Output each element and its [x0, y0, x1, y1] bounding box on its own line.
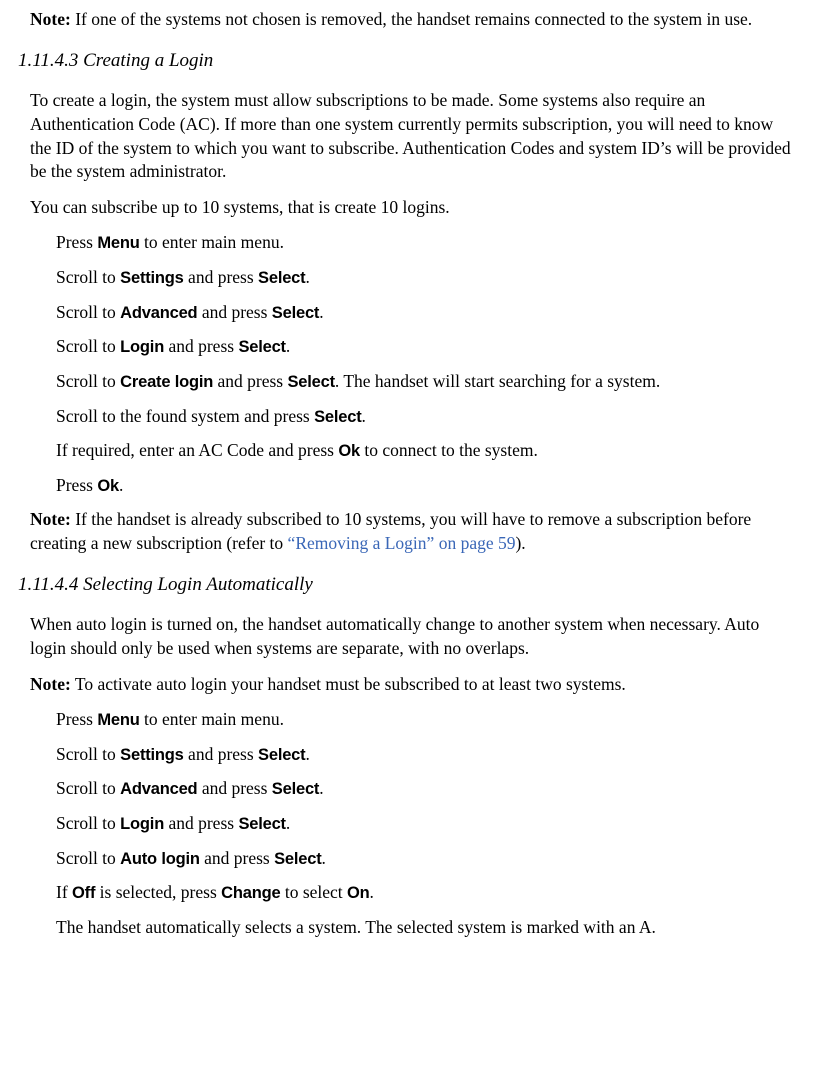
text-andpress: and press	[164, 336, 238, 356]
text-period: .	[286, 336, 290, 356]
text-b: is selected, press	[95, 882, 221, 902]
s443-para1: To create a login, the system must allow…	[30, 89, 795, 184]
s444-note: Note: To activate auto login your handse…	[30, 673, 795, 697]
text-period: .	[305, 744, 309, 764]
text-period: .	[370, 882, 374, 902]
heading-title: Creating a Login	[78, 50, 213, 71]
s444-step4: Scroll to Login and press Select.	[56, 812, 795, 836]
ui-ok: Ok	[97, 477, 119, 495]
ui-advanced: Advanced	[120, 780, 197, 798]
text-andpress: and press	[184, 744, 258, 764]
text-period: .	[119, 475, 123, 495]
text-andpress: and press	[184, 267, 258, 287]
s443-step6: Scroll to the found system and press Sel…	[56, 405, 795, 429]
text-press: Press	[56, 709, 97, 729]
s443-note: Note: If the handset is already subscrib…	[30, 508, 795, 555]
heading-creating-a-login: 1.11.4.3 Creating a Login	[18, 48, 795, 74]
ui-settings: Settings	[120, 746, 184, 764]
ui-create-login: Create login	[120, 373, 213, 391]
ui-select: Select	[258, 746, 305, 764]
s444-step7: The handset automatically selects a syst…	[56, 916, 795, 940]
s444-step1: Press Menu to enter main menu.	[56, 708, 795, 732]
text-scroll: Scroll to	[56, 267, 120, 287]
s443-step8: Press Ok.	[56, 474, 795, 498]
text-tail: . The handset will start searching for a…	[335, 371, 660, 391]
ui-login: Login	[120, 815, 164, 833]
s444-step2: Scroll to Settings and press Select.	[56, 743, 795, 767]
text-andpress: and press	[213, 371, 287, 391]
text-andpress: and press	[200, 848, 274, 868]
s443-para2: You can subscribe up to 10 systems, that…	[30, 196, 795, 220]
text-andpress: and press	[164, 813, 238, 833]
text-tail: to enter main menu.	[140, 232, 284, 252]
s443-step4: Scroll to Login and press Select.	[56, 335, 795, 359]
s444-step5: Scroll to Auto login and press Select.	[56, 847, 795, 871]
text-press: Press	[56, 475, 97, 495]
text-scroll: Scroll to	[56, 778, 120, 798]
text-scroll: Scroll to	[56, 371, 120, 391]
text-scroll: Scroll to	[56, 744, 120, 764]
text-b: to connect to the system.	[360, 440, 538, 460]
ui-on: On	[347, 884, 370, 902]
xref-removing-login[interactable]: “Removing a Login” on page 59	[288, 533, 516, 553]
text-period: .	[319, 302, 323, 322]
ui-select: Select	[272, 304, 319, 322]
ui-off: Off	[72, 884, 95, 902]
ui-auto-login: Auto login	[120, 850, 200, 868]
heading-selecting-login-auto: 1.11.4.4 Selecting Login Automatically	[18, 572, 795, 598]
note-label: Note:	[30, 509, 71, 529]
s443-step2: Scroll to Settings and press Select.	[56, 266, 795, 290]
text-tail: to enter main menu.	[140, 709, 284, 729]
ui-ok: Ok	[338, 442, 360, 460]
ui-menu: Menu	[97, 234, 139, 252]
s444-step3: Scroll to Advanced and press Select.	[56, 777, 795, 801]
s443-step5: Scroll to Create login and press Select.…	[56, 370, 795, 394]
s444-para1: When auto login is turned on, the handse…	[30, 613, 795, 660]
text-press: Press	[56, 232, 97, 252]
ui-settings: Settings	[120, 269, 184, 287]
s443-step1: Press Menu to enter main menu.	[56, 231, 795, 255]
text-a: If required, enter an AC Code and press	[56, 440, 338, 460]
s443-step3: Scroll to Advanced and press Select.	[56, 301, 795, 325]
text-scroll: Scroll to	[56, 848, 120, 868]
top-note-body: If one of the systems not chosen is remo…	[71, 9, 752, 29]
s443-note-tail: ).	[515, 533, 525, 553]
ui-select: Select	[238, 338, 285, 356]
text-andpress: and press	[197, 302, 271, 322]
text-period: .	[362, 406, 366, 426]
note-label: Note:	[30, 9, 71, 29]
text-period: .	[319, 778, 323, 798]
ui-change: Change	[221, 884, 280, 902]
ui-select: Select	[287, 373, 334, 391]
ui-select: Select	[272, 780, 319, 798]
ui-select: Select	[238, 815, 285, 833]
ui-menu: Menu	[97, 711, 139, 729]
text-c: to select	[280, 882, 347, 902]
s443-step7: If required, enter an AC Code and press …	[56, 439, 795, 463]
top-note: Note: If one of the systems not chosen i…	[30, 8, 795, 32]
s444-step6: If Off is selected, press Change to sele…	[56, 881, 795, 905]
ui-select: Select	[274, 850, 321, 868]
text-scroll: Scroll to	[56, 813, 120, 833]
text-period: .	[286, 813, 290, 833]
heading-title: Selecting Login Automatically	[78, 574, 312, 595]
text-scroll: Scroll to	[56, 336, 120, 356]
heading-num: 1.11.4.4	[18, 574, 78, 595]
text-period: .	[322, 848, 326, 868]
ui-select: Select	[314, 408, 361, 426]
text-a: If	[56, 882, 72, 902]
ui-login: Login	[120, 338, 164, 356]
text-a: Scroll to the found system and press	[56, 406, 314, 426]
ui-advanced: Advanced	[120, 304, 197, 322]
ui-select: Select	[258, 269, 305, 287]
heading-num: 1.11.4.3	[18, 50, 78, 71]
text-scroll: Scroll to	[56, 302, 120, 322]
text-andpress: and press	[197, 778, 271, 798]
s444-note-body: To activate auto login your handset must…	[71, 674, 626, 694]
text-period: .	[305, 267, 309, 287]
note-label: Note:	[30, 674, 71, 694]
